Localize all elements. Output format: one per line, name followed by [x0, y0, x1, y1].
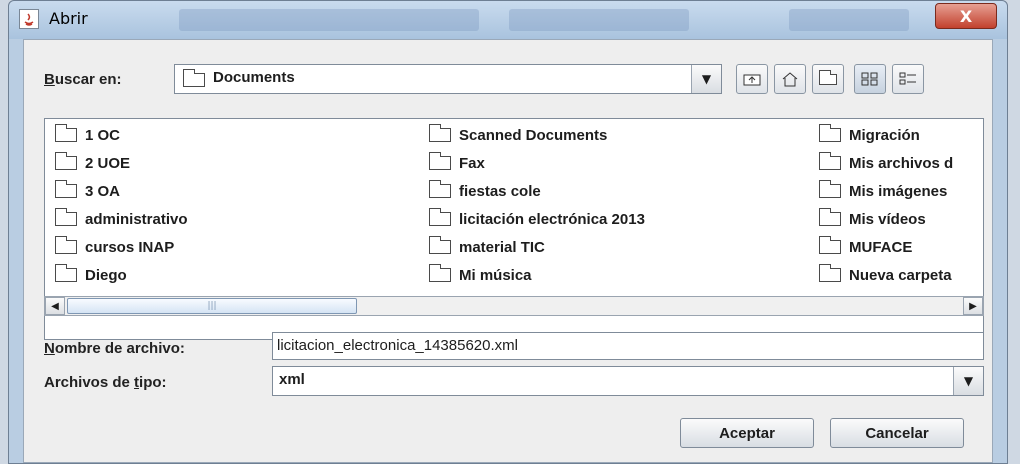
folder-icon — [429, 124, 451, 142]
background-taskbar-blur — [789, 9, 909, 31]
folder-icon — [55, 152, 77, 170]
folder-icon — [819, 124, 841, 142]
filename-input[interactable]: licitacion_electronica_14385620.xml — [272, 332, 984, 360]
background-taskbar-blur — [179, 9, 479, 31]
folder-icon — [429, 236, 451, 254]
details-view-button[interactable] — [892, 64, 924, 94]
filename-label: Nombre de archivo: — [44, 340, 185, 357]
folder-icon — [819, 152, 841, 170]
cancel-button[interactable]: Cancelar — [830, 418, 964, 448]
new-folder-icon — [819, 69, 837, 85]
lookin-label: Buscar en: — [44, 71, 122, 88]
folder-icon — [429, 208, 451, 226]
lookin-combo[interactable]: Documents ▼ — [174, 64, 722, 94]
list-item[interactable]: cursos INAP — [55, 235, 174, 259]
list-item[interactable]: 2 UOE — [55, 151, 130, 175]
folder-icon — [55, 124, 77, 142]
list-item[interactable]: administrativo — [55, 207, 188, 231]
folder-icon — [819, 264, 841, 282]
filetype-label: Archivos de tipo: — [44, 374, 167, 391]
title-bar[interactable]: Abrir X — [9, 1, 1007, 39]
details-view-icon — [899, 72, 916, 85]
scroll-left-icon[interactable]: ◀ — [45, 297, 65, 315]
folder-icon — [55, 208, 77, 226]
dialog-content: Buscar en: Documents ▼ 1 OC 2 UOE 3 OA a… — [23, 39, 993, 463]
list-item[interactable]: Scanned Documents — [429, 123, 607, 147]
close-button[interactable]: X — [935, 3, 997, 29]
list-item[interactable]: MUFACE — [819, 235, 912, 259]
up-folder-icon — [743, 74, 761, 86]
list-view-button[interactable] — [854, 64, 886, 94]
scroll-right-icon[interactable]: ▶ — [963, 297, 983, 315]
folder-icon — [819, 180, 841, 198]
folder-icon — [429, 264, 451, 282]
folder-icon — [819, 208, 841, 226]
folder-icon — [55, 180, 77, 198]
home-icon — [782, 72, 798, 87]
accept-button[interactable]: Aceptar — [680, 418, 814, 448]
list-item[interactable]: Mi música — [429, 263, 532, 287]
list-item[interactable]: licitación electrónica 2013 — [429, 207, 645, 231]
up-one-level-button[interactable] — [736, 64, 768, 94]
list-item[interactable]: Mis imágenes — [819, 179, 947, 203]
background-taskbar-blur — [509, 9, 689, 31]
list-item[interactable]: Diego — [55, 263, 127, 287]
chevron-down-icon[interactable]: ▼ — [691, 65, 721, 93]
filetype-select[interactable]: xml ▼ — [272, 366, 984, 396]
list-item[interactable]: material TIC — [429, 235, 545, 259]
list-item[interactable]: Mis archivos d — [819, 151, 953, 175]
lookin-current-folder: Documents — [213, 69, 295, 86]
folder-icon — [819, 236, 841, 254]
list-item[interactable]: 1 OC — [55, 123, 120, 147]
list-item[interactable]: Fax — [429, 151, 485, 175]
list-item[interactable]: Nueva carpeta — [819, 263, 952, 287]
list-item[interactable]: fiestas cole — [429, 179, 541, 203]
list-item[interactable]: 3 OA — [55, 179, 120, 203]
list-item[interactable]: Migración — [819, 123, 920, 147]
folder-icon — [429, 152, 451, 170]
folder-icon — [183, 69, 205, 87]
home-button[interactable] — [774, 64, 806, 94]
folder-icon — [55, 264, 77, 282]
list-item[interactable]: Mis vídeos — [819, 207, 926, 231]
folder-icon — [429, 180, 451, 198]
horizontal-scrollbar[interactable]: ◀ ||| ▶ — [44, 296, 984, 316]
java-app-icon — [19, 9, 39, 29]
list-view-icon — [861, 72, 878, 86]
filename-value: licitacion_electronica_14385620.xml — [277, 337, 518, 354]
new-folder-button[interactable] — [812, 64, 844, 94]
scrollbar-thumb[interactable]: ||| — [67, 298, 357, 314]
window-title: Abrir — [49, 9, 88, 28]
folder-icon — [55, 236, 77, 254]
open-dialog-window: Abrir X Buscar en: Documents ▼ 1 OC 2 UO… — [8, 0, 1008, 464]
filetype-value: xml — [279, 371, 305, 388]
chevron-down-icon[interactable]: ▼ — [953, 367, 983, 395]
